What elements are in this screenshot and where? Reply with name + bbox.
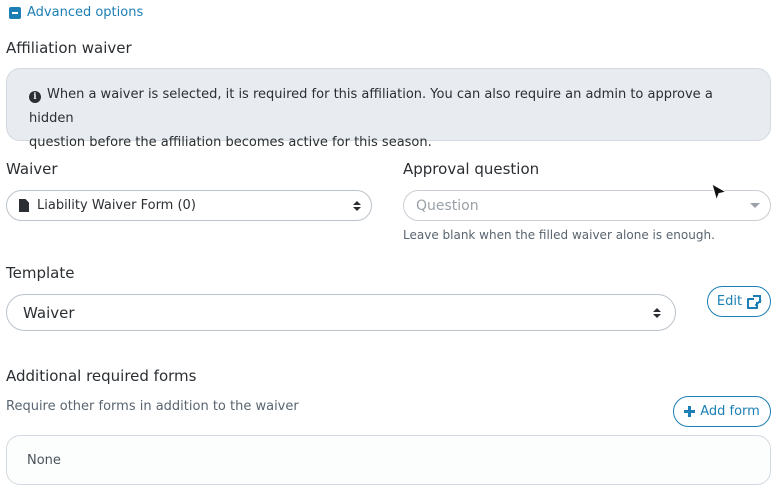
sort-arrows-icon (653, 307, 661, 318)
additional-forms-subtitle: Require other forms in addition to the w… (6, 399, 299, 414)
chevron-down-icon (750, 203, 760, 208)
affiliation-waiver-heading: Affiliation waiver (6, 39, 132, 57)
advanced-options-label: Advanced options (27, 5, 144, 20)
waiver-select-value: Liability Waiver Form (0) (37, 198, 196, 213)
additional-forms-heading: Additional required forms (6, 367, 197, 385)
approval-help-text: Leave blank when the filled waiver alone… (403, 228, 715, 242)
minus-square-icon (9, 6, 21, 19)
approval-question-label: Approval question (403, 160, 540, 178)
waiver-label: Waiver (6, 160, 58, 178)
edit-button-label: Edit (716, 294, 743, 309)
add-form-button[interactable]: Add form (673, 396, 771, 427)
template-select[interactable]: Waiver (6, 294, 676, 331)
info-circle-icon: i (29, 91, 41, 103)
info-text-line-1: When a waiver is selected, it is require… (29, 87, 713, 126)
sort-arrows-icon (353, 200, 361, 211)
add-form-label: Add form (700, 404, 760, 419)
mouse-pointer-icon (711, 182, 728, 202)
approval-question-placeholder: Question (416, 197, 479, 214)
forms-empty-text: None (27, 452, 61, 468)
external-link-icon (747, 293, 763, 309)
info-text-line-2: question before the affiliation becomes … (29, 135, 432, 150)
template-select-value: Waiver (23, 303, 75, 322)
waiver-select[interactable]: Liability Waiver Form (0) (6, 190, 372, 221)
info-alert: i When a waiver is selected, it is requir… (6, 68, 771, 150)
plus-icon (684, 406, 696, 417)
additional-forms-list: None (6, 435, 771, 485)
advanced-options-toggle[interactable]: Advanced options (9, 5, 143, 20)
edit-template-button[interactable]: Edit (707, 286, 771, 317)
template-label: Template (6, 264, 75, 282)
file-icon (19, 199, 29, 212)
